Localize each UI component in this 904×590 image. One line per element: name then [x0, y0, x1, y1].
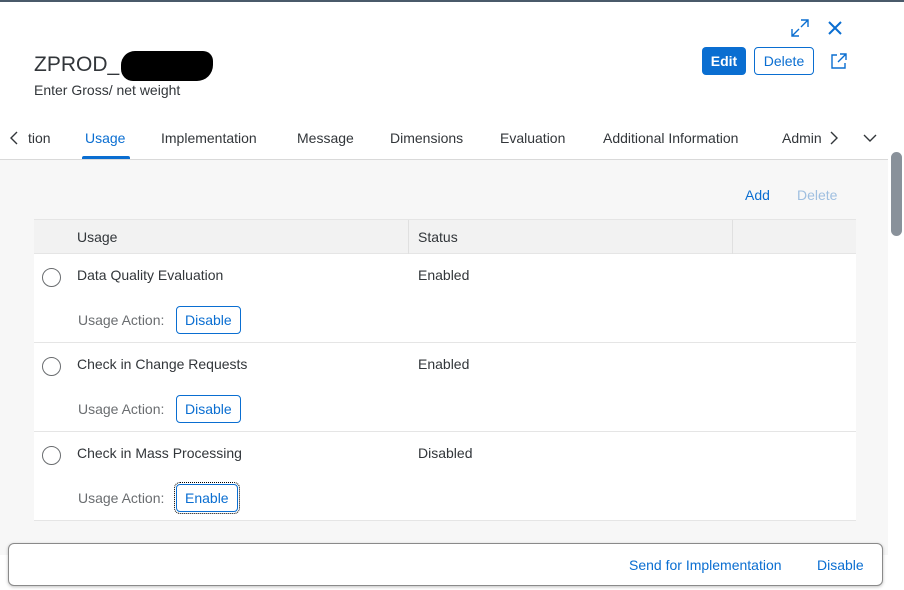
tab-dimensions[interactable]: Dimensions [390, 130, 463, 146]
row-radio-button[interactable] [42, 446, 61, 465]
tab-partial-right-clip: Admin [782, 130, 822, 150]
page-title-text: ZPROD_ [34, 53, 120, 76]
tab-bar: tion Usage Implementation Message Dimens… [0, 116, 888, 160]
chevron-down-icon[interactable] [858, 126, 882, 150]
delete-button[interactable]: Delete [754, 47, 814, 75]
footer-toolbar: Send for Implementation Disable [8, 543, 883, 586]
column-header-status: Status [418, 229, 458, 245]
enable-button[interactable]: Enable [174, 482, 240, 514]
chevron-left-icon[interactable] [2, 126, 26, 150]
chevron-right-icon[interactable] [822, 126, 846, 150]
row-radio-button[interactable] [42, 357, 61, 376]
tab-partial-left[interactable]: tion [28, 130, 51, 146]
send-for-implementation-button[interactable]: Send for Implementation [629, 557, 782, 573]
add-button[interactable]: Add [745, 187, 770, 203]
usage-cell: Check in Mass Processing [77, 445, 242, 461]
row-radio-button[interactable] [42, 268, 61, 287]
edit-button[interactable]: Edit [702, 47, 746, 75]
status-cell: Enabled [418, 267, 470, 283]
tab-message[interactable]: Message [297, 130, 354, 146]
scrollbar-thumb[interactable] [891, 152, 902, 236]
page-title: ZPROD_ [34, 50, 214, 81]
column-divider [732, 220, 733, 254]
disable-button[interactable]: Disable [176, 306, 241, 334]
close-icon[interactable] [823, 16, 847, 40]
table-row[interactable]: Check in Change Requests Enabled Usage A… [34, 343, 856, 432]
footer-disable-button[interactable]: Disable [817, 557, 864, 573]
status-cell: Disabled [418, 445, 473, 461]
tab-implementation[interactable]: Implementation [161, 130, 257, 146]
tab-usage[interactable]: Usage [85, 130, 125, 146]
table-row[interactable]: Check in Mass Processing Disabled Usage … [34, 432, 856, 521]
active-tab-indicator [82, 156, 130, 159]
tab-additional-information[interactable]: Additional Information [603, 130, 738, 146]
usage-action-label: Usage Action: [78, 401, 165, 417]
usage-cell: Data Quality Evaluation [77, 267, 224, 283]
usage-table: Usage Status Data Quality Evaluation Ena… [34, 219, 856, 521]
usage-action-label: Usage Action: [78, 312, 165, 328]
column-header-usage: Usage [77, 229, 118, 245]
tab-partial-right[interactable]: Admin [782, 130, 822, 146]
table-delete-button[interactable]: Delete [797, 187, 837, 203]
disable-button[interactable]: Disable [176, 395, 241, 423]
tab-evaluation[interactable]: Evaluation [500, 130, 565, 146]
expand-icon[interactable] [788, 16, 812, 40]
usage-action-label: Usage Action: [78, 490, 165, 506]
column-divider [408, 220, 409, 254]
redaction-mark [121, 51, 214, 81]
page-subtitle: Enter Gross/ net weight [34, 82, 181, 98]
table-row[interactable]: Data Quality Evaluation Enabled Usage Ac… [34, 254, 856, 343]
table-header: Usage Status [34, 219, 856, 254]
usage-cell: Check in Change Requests [77, 356, 248, 372]
status-cell: Enabled [418, 356, 470, 372]
share-icon[interactable] [827, 49, 851, 73]
